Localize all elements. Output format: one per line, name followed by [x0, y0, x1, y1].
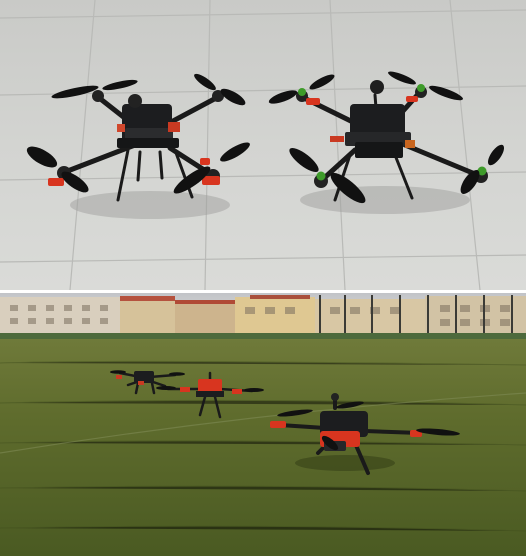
grass-field — [0, 339, 526, 556]
grass-field-scene — [0, 293, 526, 556]
concrete-ground — [0, 0, 526, 290]
concrete-scene — [0, 0, 526, 290]
background-buildings — [0, 295, 526, 337]
drone-body — [350, 104, 405, 136]
top-photo-panel — [0, 0, 526, 290]
drone-shadow — [300, 186, 470, 214]
bottom-photo-panel — [0, 293, 526, 556]
drone-shadow — [70, 191, 230, 219]
